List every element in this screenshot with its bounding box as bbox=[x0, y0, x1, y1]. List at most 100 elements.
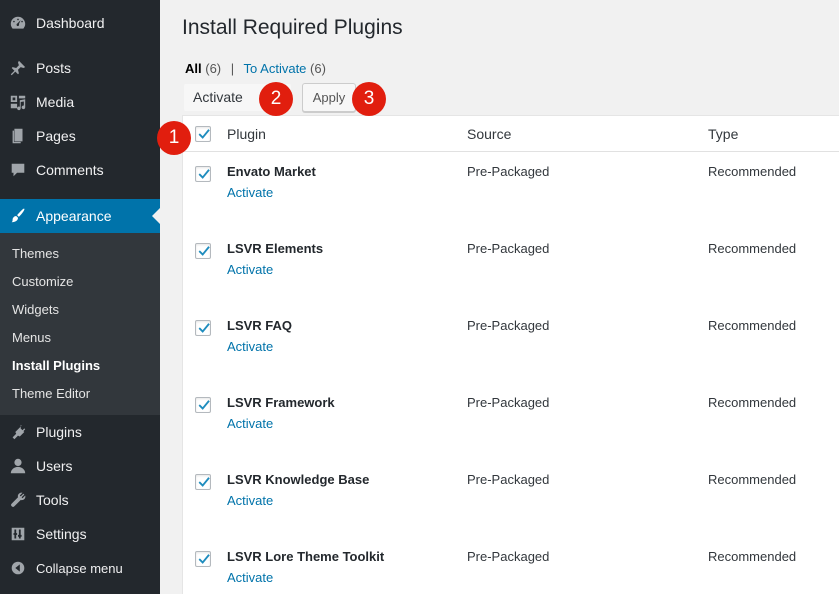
table-row: LSVR Elements Activate Pre-Packaged Reco… bbox=[183, 230, 839, 307]
submenu-item-install-plugins[interactable]: Install Plugins bbox=[12, 358, 100, 373]
plugin-name: Envato Market bbox=[227, 164, 316, 179]
menu-item-media[interactable]: Media bbox=[0, 85, 160, 119]
brush-icon bbox=[0, 207, 36, 225]
row-checkbox[interactable] bbox=[195, 551, 211, 567]
checkmark-icon bbox=[198, 246, 210, 256]
step-badge-2: 2 bbox=[259, 82, 293, 116]
menu-item-appearance[interactable]: Appearance bbox=[0, 199, 160, 233]
filter-separator: | bbox=[230, 61, 235, 76]
checkmark-icon bbox=[198, 477, 210, 487]
filter-to-activate[interactable]: To Activate bbox=[244, 61, 307, 76]
menu-item-settings[interactable]: Settings bbox=[0, 517, 160, 551]
plugin-name: LSVR Framework bbox=[227, 395, 335, 410]
media-icon bbox=[0, 93, 36, 111]
column-header-type[interactable]: Type bbox=[708, 126, 738, 142]
checkmark-icon bbox=[198, 400, 210, 410]
main-content: Install Required Plugins All (6) | To Ac… bbox=[157, 0, 839, 594]
submenu-item-customize[interactable]: Customize bbox=[12, 274, 73, 289]
collapse-icon bbox=[0, 559, 36, 577]
plugin-type: Recommended bbox=[708, 318, 797, 333]
plugin-name: LSVR Elements bbox=[227, 241, 324, 256]
submenu-item-widgets[interactable]: Widgets bbox=[12, 302, 59, 317]
activate-link[interactable]: Activate bbox=[227, 339, 273, 354]
column-header-source[interactable]: Source bbox=[467, 126, 511, 142]
plugin-type: Recommended bbox=[708, 164, 797, 179]
plugin-source: Pre-Packaged bbox=[467, 164, 550, 179]
dashboard-icon bbox=[0, 14, 36, 32]
menu-item-label: Comments bbox=[36, 162, 104, 178]
menu-item-label: Dashboard bbox=[36, 15, 105, 31]
menu-item-pages[interactable]: Pages bbox=[0, 119, 160, 153]
menu-item-comments[interactable]: Comments bbox=[0, 153, 160, 187]
menu-item-label: Posts bbox=[36, 60, 72, 76]
step-badge-1: 1 bbox=[157, 121, 191, 155]
menu-item-dashboard[interactable]: Dashboard bbox=[0, 6, 160, 40]
activate-link[interactable]: Activate bbox=[227, 493, 273, 508]
menu-item-posts[interactable]: Posts bbox=[0, 51, 160, 85]
row-checkbox[interactable] bbox=[195, 320, 211, 336]
page-title: Install Required Plugins bbox=[182, 16, 403, 39]
menu-item-label: Users bbox=[36, 458, 73, 474]
plugin-type: Recommended bbox=[708, 549, 797, 564]
plugin-name: LSVR FAQ bbox=[227, 318, 293, 333]
menu-item-label: Settings bbox=[36, 526, 87, 542]
select-all-checkbox[interactable] bbox=[195, 126, 211, 142]
row-checkbox[interactable] bbox=[195, 243, 211, 259]
submenu-item-theme-editor[interactable]: Theme Editor bbox=[12, 386, 90, 401]
menu-item-collapse[interactable]: Collapse menu bbox=[0, 551, 160, 585]
plugin-type: Recommended bbox=[708, 241, 797, 256]
comments-icon bbox=[0, 161, 36, 179]
column-header-plugin[interactable]: Plugin bbox=[227, 126, 266, 142]
plugin-source: Pre-Packaged bbox=[467, 549, 550, 564]
menu-item-users[interactable]: Users bbox=[0, 449, 160, 483]
submenu-item-menus[interactable]: Menus bbox=[12, 330, 51, 345]
filter-all[interactable]: All bbox=[185, 61, 202, 76]
table-row: LSVR FAQ Activate Pre-Packaged Recommend… bbox=[183, 307, 839, 384]
table-row: LSVR Knowledge Base Activate Pre-Package… bbox=[183, 461, 839, 538]
plugin-type: Recommended bbox=[708, 472, 797, 487]
table-row: LSVR Lore Theme Toolkit Activate Pre-Pac… bbox=[183, 538, 839, 594]
row-checkbox[interactable] bbox=[195, 166, 211, 182]
step-badge-3: 3 bbox=[352, 82, 386, 116]
submenu-item-themes[interactable]: Themes bbox=[12, 246, 59, 261]
plugin-source: Pre-Packaged bbox=[467, 472, 550, 487]
menu-item-label: Tools bbox=[36, 492, 69, 508]
activate-link[interactable]: Activate bbox=[227, 185, 273, 200]
plugin-name: LSVR Knowledge Base bbox=[227, 472, 370, 487]
plugins-icon bbox=[0, 423, 36, 441]
checkmark-icon bbox=[198, 129, 210, 139]
current-menu-arrow bbox=[152, 208, 160, 224]
filter-to-activate-count: (6) bbox=[310, 61, 326, 76]
table-row: LSVR Framework Activate Pre-Packaged Rec… bbox=[183, 384, 839, 461]
status-filters: All (6) | To Activate (6) bbox=[185, 61, 326, 76]
checkmark-icon bbox=[198, 323, 210, 333]
plugins-table: Plugin Source Type Envato Market Activat… bbox=[182, 115, 839, 594]
activate-link[interactable]: Activate bbox=[227, 262, 273, 277]
pin-icon bbox=[0, 59, 36, 77]
apply-button[interactable]: Apply bbox=[302, 83, 356, 112]
menu-item-label: Pages bbox=[36, 128, 76, 144]
table-row: Envato Market Activate Pre-Packaged Reco… bbox=[183, 153, 839, 230]
row-checkbox[interactable] bbox=[195, 474, 211, 490]
users-icon bbox=[0, 457, 36, 475]
checkmark-icon bbox=[198, 169, 210, 179]
admin-sidebar: Dashboard Posts Media Pages Comments App… bbox=[0, 0, 160, 594]
appearance-submenu: Themes Customize Widgets Menus Install P… bbox=[0, 233, 160, 415]
row-checkbox[interactable] bbox=[195, 397, 211, 413]
menu-item-label: Appearance bbox=[36, 208, 112, 224]
activate-link[interactable]: Activate bbox=[227, 570, 273, 585]
menu-item-plugins[interactable]: Plugins bbox=[0, 415, 160, 449]
menu-item-tools[interactable]: Tools bbox=[0, 483, 160, 517]
filter-all-count: (6) bbox=[205, 61, 222, 76]
plugin-source: Pre-Packaged bbox=[467, 241, 550, 256]
menu-item-label: Plugins bbox=[36, 424, 82, 440]
activate-link[interactable]: Activate bbox=[227, 416, 273, 431]
settings-icon bbox=[0, 525, 36, 543]
checkmark-icon bbox=[198, 554, 210, 564]
pages-icon bbox=[0, 127, 36, 145]
plugin-name: LSVR Lore Theme Toolkit bbox=[227, 549, 385, 564]
plugin-source: Pre-Packaged bbox=[467, 395, 550, 410]
menu-item-label: Media bbox=[36, 94, 75, 110]
wrench-icon bbox=[0, 491, 36, 509]
plugin-source: Pre-Packaged bbox=[467, 318, 550, 333]
